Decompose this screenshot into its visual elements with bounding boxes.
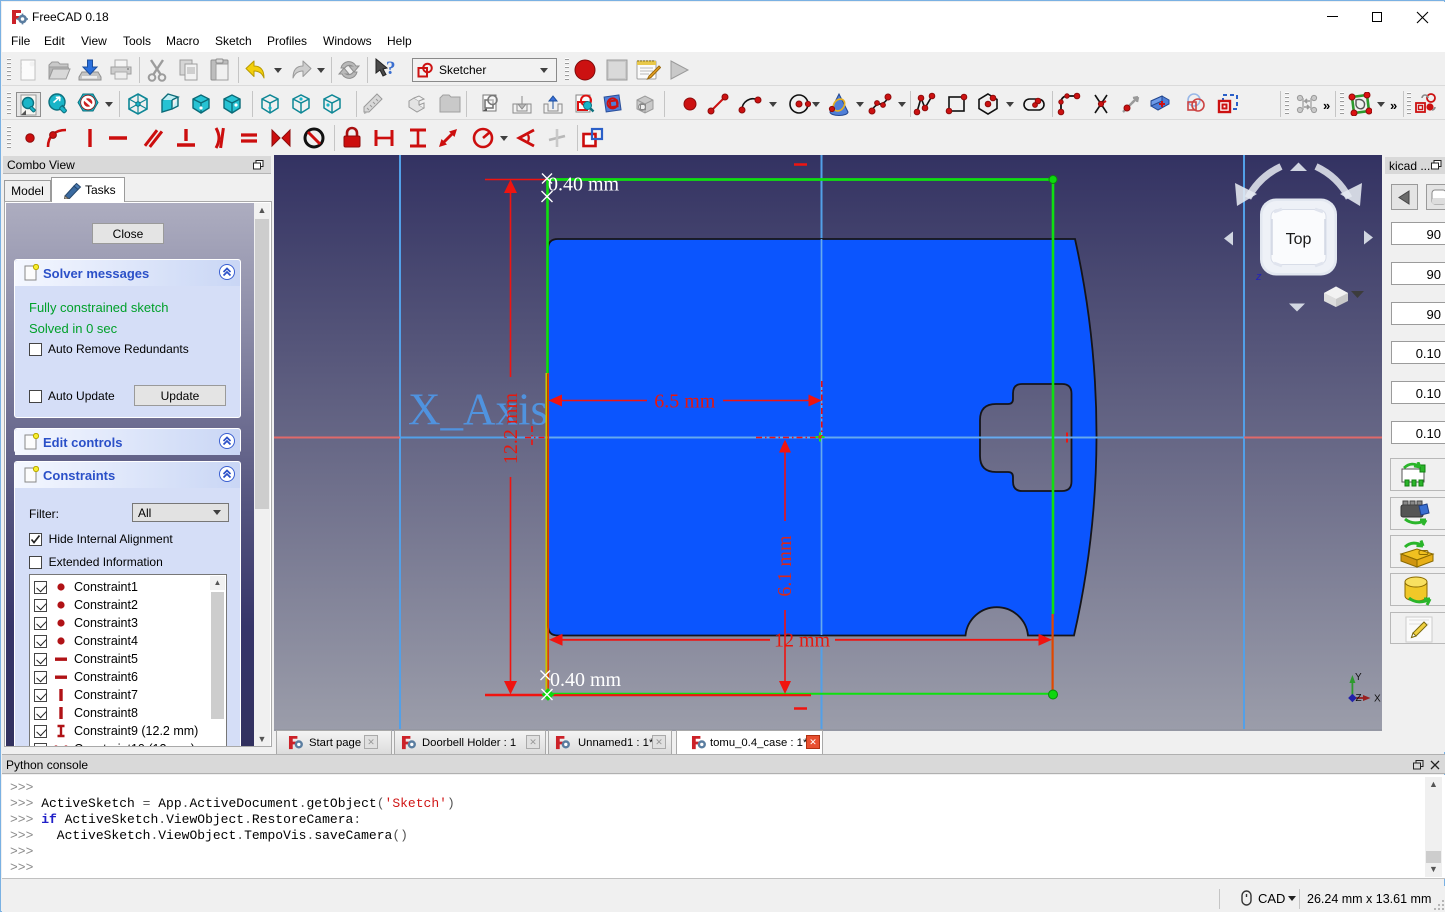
svg-text:X_Axis: X_Axis <box>408 385 548 435</box>
svg-text:6.1 mm: 6.1 mm <box>774 535 796 597</box>
svg-text:Z: Z <box>1356 693 1362 704</box>
svg-text:z: z <box>1255 271 1262 283</box>
svg-text:0.40 mm: 0.40 mm <box>550 669 622 691</box>
svg-text:Y: Y <box>1355 672 1362 683</box>
svg-text:12 mm: 12 mm <box>774 630 831 652</box>
svg-text:?: ? <box>386 58 396 79</box>
svg-text:X: X <box>1374 694 1381 705</box>
svg-text:0.40 mm: 0.40 mm <box>548 174 620 196</box>
svg-text:6.5 mm: 6.5 mm <box>654 391 716 413</box>
svg-text:Top: Top <box>1286 231 1312 248</box>
svg-text:12.2 mm: 12.2 mm <box>500 393 522 465</box>
